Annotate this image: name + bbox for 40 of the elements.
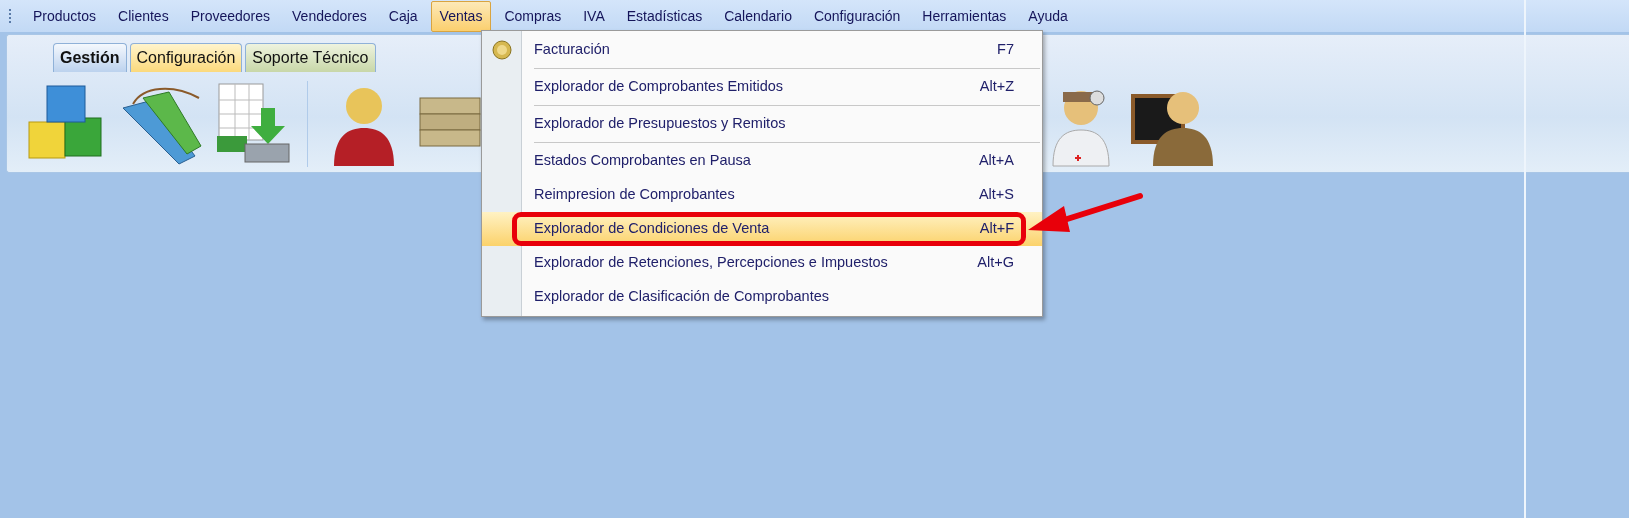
menu-option-label: Explorador de Retenciones, Percepciones e Impuestos [534, 253, 888, 273]
shortcut-text: Alt+F [979, 219, 1014, 239]
menu-option-label: Explorador de Condiciones de Venta [534, 219, 770, 239]
menu-option[interactable]: Explorador de Condiciones de Venta Alt+F [482, 212, 1042, 246]
menu-item[interactable]: Ventas [430, 0, 492, 32]
shortcut-text: Alt+G [977, 253, 1014, 273]
menu-option-label: Reimpresion de Comprobantes [534, 185, 735, 205]
menu-item[interactable]: Ayuda [1019, 0, 1077, 32]
menu-item[interactable]: Estadísticas [617, 0, 712, 32]
coin-icon [492, 40, 512, 60]
menu-option[interactable]: Reimpresion de Comprobantes Alt+S [482, 178, 1042, 212]
menu-option[interactable]: Explorador de Comprobantes Emitidos Alt+Z [482, 70, 1042, 104]
shortcut-text: Alt+S [978, 185, 1014, 205]
menu-item[interactable]: Herramientas [913, 0, 1016, 32]
menu-option-label: Estados Comprobantes en Pausa [534, 151, 751, 171]
menu-item[interactable]: Productos [24, 0, 106, 32]
menu-option-label: Explorador de Presupuestos y Remitos [534, 114, 786, 134]
menu-item[interactable]: Clientes [109, 0, 178, 32]
menu-item[interactable]: Calendario [715, 0, 801, 32]
ribbon-tab[interactable]: Gestión [53, 43, 127, 72]
grip-handle[interactable] [8, 8, 12, 24]
menu-option[interactable]: Explorador de Presupuestos y Remitos [482, 107, 1042, 141]
shortcut-text: Alt+Z [979, 77, 1014, 97]
menu-option[interactable]: Explorador de Retenciones, Percepciones e Impuestos Alt+G [482, 246, 1042, 280]
menu-option-label: Explorador de Comprobantes Emitidos [534, 77, 784, 97]
menu-option-label: Facturación [534, 40, 610, 60]
menu-item[interactable]: Vendedores [283, 0, 376, 32]
ribbon-tab[interactable]: Soporte Técnico [245, 43, 376, 72]
menu-option[interactable]: Facturación F7 [482, 33, 1042, 67]
menu-item[interactable]: IVA [574, 0, 614, 32]
menu-option-label: Explorador de Clasificación de Comprobantes [534, 287, 829, 307]
menu-item[interactable]: Configuración [804, 0, 910, 32]
shortcut-text: F7 [997, 40, 1014, 60]
menu-option[interactable]: Explorador de Clasificación de Comprobantes [482, 280, 1042, 314]
menu-item[interactable]: Proveedores [181, 0, 280, 32]
menu-item[interactable]: Caja [379, 0, 427, 32]
ribbon-tab[interactable]: Configuración [129, 43, 243, 72]
shortcut-text: Alt+A [978, 151, 1014, 171]
menu-option[interactable]: Estados Comprobantes en Pausa Alt+A [482, 144, 1042, 178]
menu-item[interactable]: Compras [495, 0, 571, 32]
